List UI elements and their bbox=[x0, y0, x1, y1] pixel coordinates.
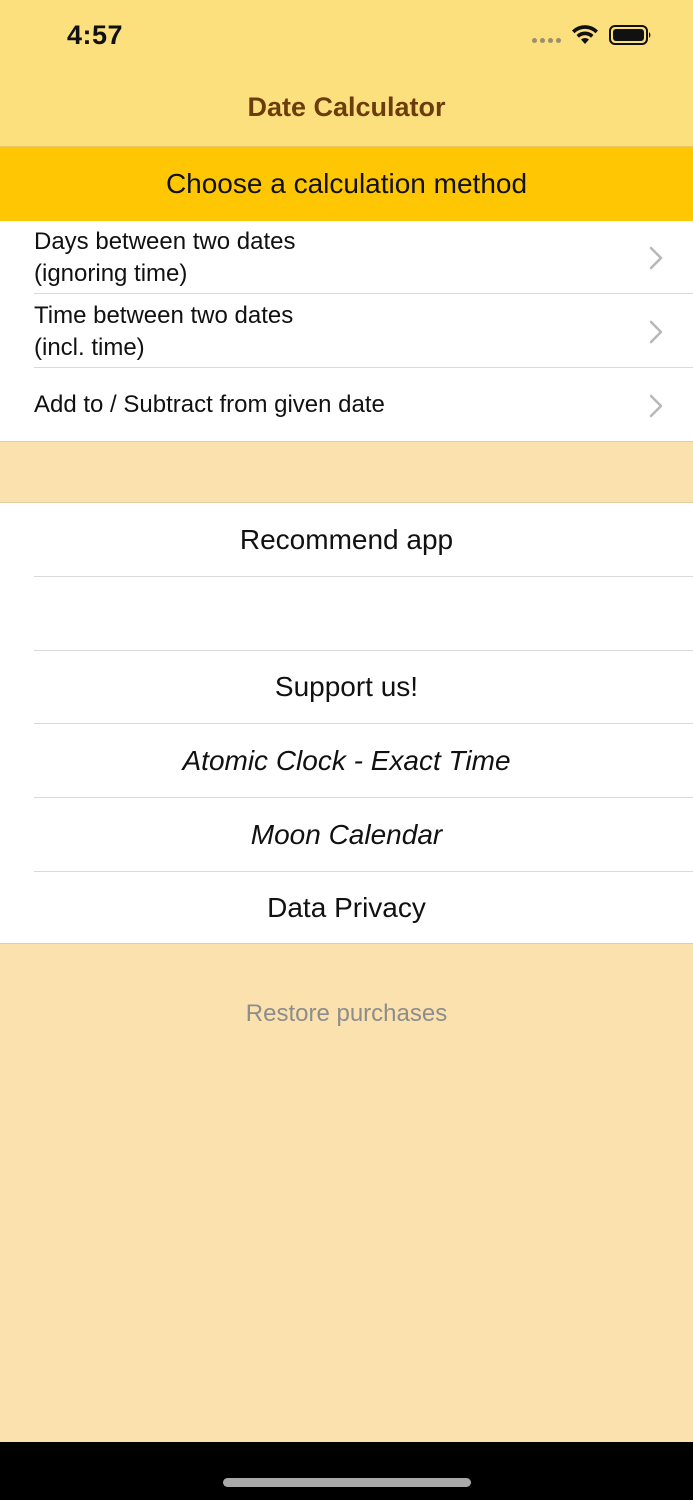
method-days-between-line2: (ignoring time) bbox=[34, 260, 188, 287]
method-add-subtract-label: Add to / Subtract from given date bbox=[34, 391, 385, 418]
blank-row[interactable] bbox=[0, 577, 693, 651]
atomic-clock-label: Atomic Clock - Exact Time bbox=[182, 745, 511, 776]
calculation-method-list: Days between two dates (ignoring time) T… bbox=[0, 221, 693, 442]
battery-icon bbox=[609, 25, 651, 45]
restore-purchases-button[interactable]: Restore purchases bbox=[0, 1000, 693, 1028]
moon-calendar-app-link[interactable]: Moon Calendar bbox=[0, 798, 693, 872]
method-days-between-label: Days between two dates (ignoring time) bbox=[34, 226, 295, 290]
chevron-right-icon bbox=[649, 246, 663, 269]
cellular-dots-icon bbox=[532, 37, 561, 43]
page-title: Date Calculator bbox=[247, 92, 446, 122]
method-time-between-line2: (incl. time) bbox=[34, 334, 145, 361]
navigation-bar: 4:57 Date Calculator bbox=[0, 0, 693, 147]
recommend-app-button[interactable]: Recommend app bbox=[0, 503, 693, 577]
chevron-right-icon bbox=[649, 320, 663, 343]
wifi-icon bbox=[572, 25, 598, 44]
data-privacy-label: Data Privacy bbox=[267, 892, 426, 923]
support-us-button[interactable]: Support us! bbox=[0, 650, 693, 724]
method-time-between-row[interactable]: Time between two dates (incl. time) bbox=[0, 295, 693, 368]
method-add-subtract-row[interactable]: Add to / Subtract from given date bbox=[0, 369, 693, 442]
moon-calendar-label: Moon Calendar bbox=[250, 819, 443, 850]
atomic-clock-app-link[interactable]: Atomic Clock - Exact Time bbox=[0, 724, 693, 798]
chevron-right-icon bbox=[649, 394, 663, 417]
method-time-between-line1: Time between two dates bbox=[34, 302, 294, 329]
method-days-between-line1: Days between two dates bbox=[34, 228, 296, 255]
support-us-label: Support us! bbox=[274, 671, 419, 702]
row-divider bbox=[34, 367, 693, 368]
home-bar-area bbox=[0, 1442, 693, 1500]
row-divider bbox=[34, 293, 693, 294]
section-header: Choose a calculation method bbox=[0, 147, 693, 221]
status-icons bbox=[532, 24, 653, 46]
method-time-between-label: Time between two dates (incl. time) bbox=[34, 300, 293, 364]
recommend-app-label: Recommend app bbox=[239, 524, 454, 555]
status-time: 4:57 bbox=[67, 20, 124, 50]
data-privacy-button[interactable]: Data Privacy bbox=[0, 871, 693, 945]
home-indicator[interactable] bbox=[223, 1478, 471, 1487]
method-days-between-row[interactable]: Days between two dates (ignoring time) bbox=[0, 221, 693, 294]
app-links-list: Recommend app Support us! Atomic Clock -… bbox=[0, 502, 693, 944]
